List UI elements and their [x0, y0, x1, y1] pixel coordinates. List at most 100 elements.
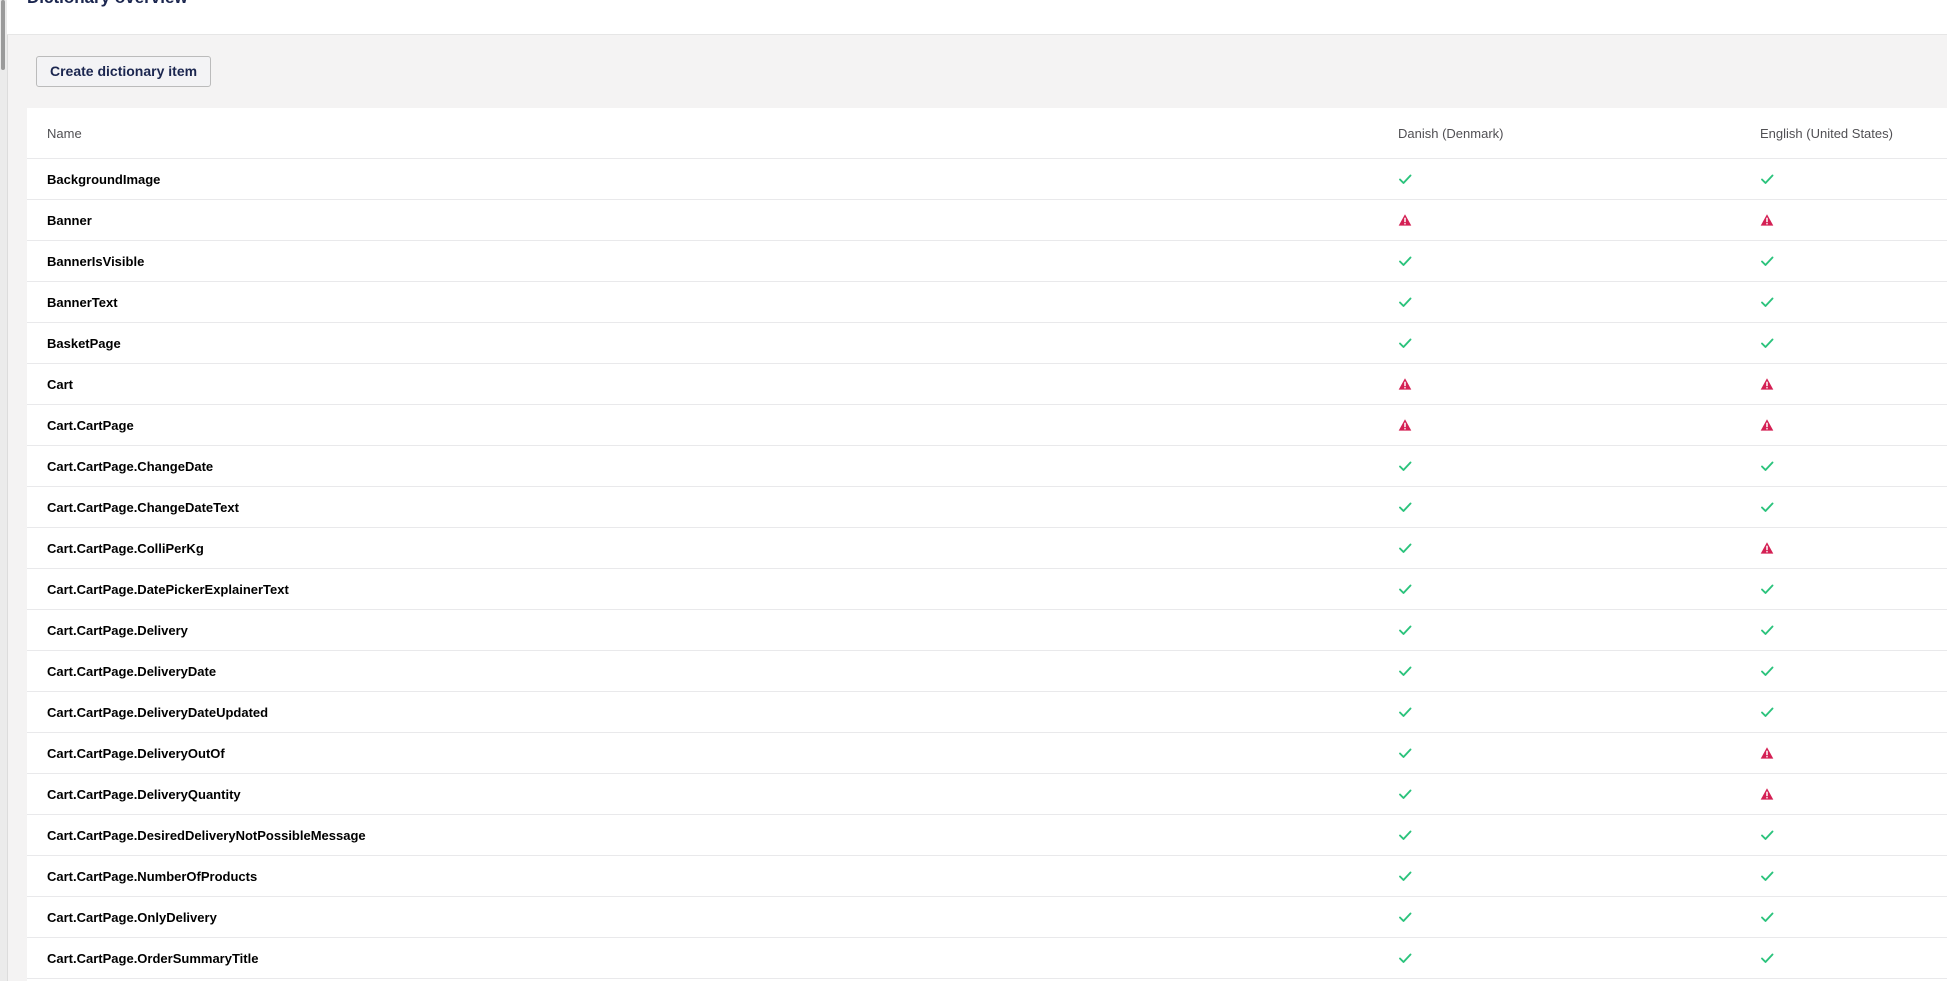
check-icon	[1760, 582, 1774, 596]
check-icon	[1760, 705, 1774, 719]
english-translation-cell	[1760, 568, 1947, 610]
dictionary-item-name[interactable]: Cart.CartPage.DatePickerExplainerText	[27, 568, 1398, 610]
dictionary-table: Name Danish (Denmark) English (United St…	[27, 108, 1947, 979]
check-icon	[1398, 951, 1412, 965]
danish-translation-cell	[1398, 650, 1760, 692]
table-header-row: Name Danish (Denmark) English (United St…	[27, 108, 1947, 159]
check-icon	[1760, 172, 1774, 186]
dictionary-item-name[interactable]: BannerText	[27, 281, 1398, 323]
table-row[interactable]: BannerText	[27, 281, 1947, 323]
dictionary-item-name[interactable]: Cart.CartPage.DeliveryDateUpdated	[27, 691, 1398, 733]
table-row[interactable]: BackgroundImage	[27, 158, 1947, 200]
danish-translation-cell	[1398, 814, 1760, 856]
english-translation-cell	[1760, 896, 1947, 938]
english-translation-cell	[1760, 445, 1947, 487]
table-row[interactable]: Cart.CartPage.DesiredDeliveryNotPossible…	[27, 814, 1947, 856]
check-icon	[1398, 336, 1412, 350]
english-translation-cell	[1760, 199, 1947, 241]
danish-translation-cell	[1398, 732, 1760, 774]
danish-translation-cell	[1398, 937, 1760, 979]
dictionary-item-name[interactable]: Cart.CartPage.DeliveryQuantity	[27, 773, 1398, 815]
danish-translation-cell	[1398, 527, 1760, 569]
check-icon	[1398, 910, 1412, 924]
danish-translation-cell	[1398, 404, 1760, 446]
dictionary-item-name[interactable]: BannerIsVisible	[27, 240, 1398, 282]
table-row[interactable]: Cart.CartPage.ChangeDate	[27, 445, 1947, 487]
warning-icon	[1760, 377, 1774, 391]
table-row[interactable]: Cart.CartPage.OrderSummaryTitle	[27, 937, 1947, 979]
danish-translation-cell	[1398, 322, 1760, 364]
table-row[interactable]: Cart.CartPage.ColliPerKg	[27, 527, 1947, 569]
check-icon	[1398, 172, 1412, 186]
scrollbar[interactable]	[0, 0, 8, 981]
check-icon	[1398, 828, 1412, 842]
danish-translation-cell	[1398, 896, 1760, 938]
check-icon	[1398, 295, 1412, 309]
dictionary-table-panel: Name Danish (Denmark) English (United St…	[27, 108, 1947, 981]
danish-translation-cell	[1398, 199, 1760, 241]
danish-translation-cell	[1398, 281, 1760, 323]
warning-icon	[1398, 213, 1412, 227]
page-title: Dictionary overview	[27, 0, 188, 8]
table-row[interactable]: Cart.CartPage.ChangeDateText	[27, 486, 1947, 528]
english-translation-cell	[1760, 937, 1947, 979]
dictionary-item-name[interactable]: Cart.CartPage	[27, 404, 1398, 446]
warning-icon	[1398, 418, 1412, 432]
table-row[interactable]: Cart.CartPage	[27, 404, 1947, 446]
check-icon	[1398, 459, 1412, 473]
dictionary-item-name[interactable]: Cart.CartPage.Delivery	[27, 609, 1398, 651]
dictionary-item-name[interactable]: Cart.CartPage.NumberOfProducts	[27, 855, 1398, 897]
dictionary-item-name[interactable]: Cart.CartPage.DeliveryOutOf	[27, 732, 1398, 774]
dictionary-item-name[interactable]: Banner	[27, 199, 1398, 241]
dictionary-item-name[interactable]: Cart.CartPage.ChangeDateText	[27, 486, 1398, 528]
check-icon	[1398, 541, 1412, 555]
table-row[interactable]: Cart	[27, 363, 1947, 405]
create-dictionary-item-button[interactable]: Create dictionary item	[36, 56, 212, 87]
table-row[interactable]: Cart.CartPage.NumberOfProducts	[27, 855, 1947, 897]
check-icon	[1760, 500, 1774, 514]
danish-translation-cell	[1398, 363, 1760, 405]
dictionary-item-name[interactable]: BackgroundImage	[27, 158, 1398, 200]
english-translation-cell	[1760, 814, 1947, 856]
table-row[interactable]: BannerIsVisible	[27, 240, 1947, 282]
table-row[interactable]: Cart.CartPage.DeliveryDate	[27, 650, 1947, 692]
column-header-english: English (United States)	[1760, 108, 1947, 159]
dictionary-item-name[interactable]: BasketPage	[27, 322, 1398, 364]
check-icon	[1760, 664, 1774, 678]
english-translation-cell	[1760, 322, 1947, 364]
table-row[interactable]: Cart.CartPage.DeliveryQuantity	[27, 773, 1947, 815]
danish-translation-cell	[1398, 773, 1760, 815]
check-icon	[1760, 828, 1774, 842]
table-row[interactable]: Cart.CartPage.Delivery	[27, 609, 1947, 651]
dictionary-item-name[interactable]: Cart.CartPage.ColliPerKg	[27, 527, 1398, 569]
table-row[interactable]: Banner	[27, 199, 1947, 241]
dictionary-item-name[interactable]: Cart.CartPage.DesiredDeliveryNotPossible…	[27, 814, 1398, 856]
check-icon	[1760, 623, 1774, 637]
check-icon	[1760, 869, 1774, 883]
dictionary-item-name[interactable]: Cart.CartPage.OnlyDelivery	[27, 896, 1398, 938]
danish-translation-cell	[1398, 609, 1760, 651]
check-icon	[1398, 582, 1412, 596]
check-icon	[1760, 295, 1774, 309]
table-row[interactable]: BasketPage	[27, 322, 1947, 364]
english-translation-cell	[1760, 609, 1947, 651]
table-row[interactable]: Cart.CartPage.DeliveryOutOf	[27, 732, 1947, 774]
english-translation-cell	[1760, 281, 1947, 323]
english-translation-cell	[1760, 527, 1947, 569]
dictionary-item-name[interactable]: Cart.CartPage.OrderSummaryTitle	[27, 937, 1398, 979]
danish-translation-cell	[1398, 486, 1760, 528]
dictionary-item-name[interactable]: Cart.CartPage.DeliveryDate	[27, 650, 1398, 692]
table-row[interactable]: Cart.CartPage.DeliveryDateUpdated	[27, 691, 1947, 733]
scrollbar-thumb[interactable]	[1, 0, 5, 70]
english-translation-cell	[1760, 855, 1947, 897]
column-header-name: Name	[27, 108, 1398, 159]
table-row[interactable]: Cart.CartPage.DatePickerExplainerText	[27, 568, 1947, 610]
warning-icon	[1760, 213, 1774, 227]
english-translation-cell	[1760, 404, 1947, 446]
dictionary-item-name[interactable]: Cart.CartPage.ChangeDate	[27, 445, 1398, 487]
danish-translation-cell	[1398, 568, 1760, 610]
table-row[interactable]: Cart.CartPage.OnlyDelivery	[27, 896, 1947, 938]
dictionary-item-name[interactable]: Cart	[27, 363, 1398, 405]
english-translation-cell	[1760, 158, 1947, 200]
warning-icon	[1760, 541, 1774, 555]
